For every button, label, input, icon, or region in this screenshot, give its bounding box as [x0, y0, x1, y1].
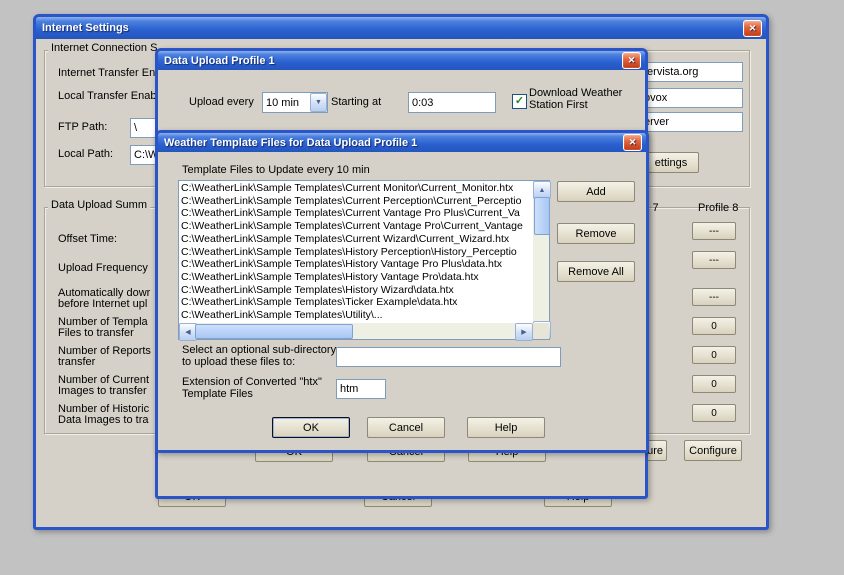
profile8-historic-button[interactable]: 0	[692, 404, 736, 422]
scrollbar-corner	[533, 323, 549, 339]
download-first-label-line2: Station First	[529, 99, 588, 111]
profile8-configure-button[interactable]: Configure	[684, 440, 742, 461]
dialog-title: Weather Template Files for Data Upload P…	[164, 137, 623, 149]
extension-input[interactable]: htm	[336, 379, 386, 399]
add-button[interactable]: Add	[557, 181, 635, 202]
vertical-scrollbar[interactable]: ▲ ▼	[533, 181, 549, 339]
chevron-down-icon[interactable]: ▼	[310, 93, 327, 112]
ftp-path-label: FTP Path:	[58, 121, 107, 133]
subdir-input[interactable]	[336, 347, 561, 367]
template-files-listbox[interactable]: C:\WeatherLink\Sample Templates\Current …	[178, 180, 550, 340]
ok-button[interactable]: OK	[272, 417, 350, 438]
list-item[interactable]: C:\WeatherLink\Sample Templates\History …	[181, 284, 533, 297]
scroll-right-icon[interactable]: ▶	[515, 323, 533, 341]
server-field[interactable]: erver	[640, 112, 743, 132]
upload-every-value: 10 min	[263, 97, 310, 109]
upload-every-label: Upload every	[189, 96, 254, 108]
extension-label-line1: Extension of Converted "htx"	[182, 376, 322, 388]
list-item[interactable]: C:\WeatherLink\Sample Templates\History …	[181, 258, 533, 271]
horizontal-scroll-thumb[interactable]	[195, 324, 353, 339]
profile8-offset-button[interactable]: ---	[692, 222, 736, 240]
extension-label-line2: Template Files	[182, 388, 253, 400]
web-address-field[interactable]: tervista.org	[640, 62, 743, 82]
starting-at-field[interactable]: 0:03	[408, 92, 496, 113]
profile8-reports-button[interactable]: 0	[692, 346, 736, 364]
data-upload-summary-label: Data Upload Summ	[48, 199, 150, 211]
profile8-autodownload-button[interactable]: ---	[692, 288, 736, 306]
horizontal-scrollbar[interactable]: ◀ ▶	[179, 323, 533, 339]
internet-connection-group-label: Internet Connection S	[48, 42, 160, 54]
list-item[interactable]: C:\WeatherLink\Sample Templates\Ticker E…	[181, 296, 533, 309]
list-item[interactable]: C:\WeatherLink\Sample Templates\History …	[181, 271, 533, 284]
ftp-server-field[interactable]: ovox	[640, 88, 743, 108]
list-item[interactable]: C:\WeatherLink\Sample Templates\Current …	[181, 220, 533, 233]
offset-time-label: Offset Time:	[58, 233, 117, 245]
subdir-label-line1: Select an optional sub-directory	[182, 344, 336, 356]
desktop: Internet Settings ✕ Internet Connection …	[0, 0, 844, 575]
num-current-label-line2: Images to transfer	[58, 385, 147, 397]
profile8-frequency-button[interactable]: ---	[692, 251, 736, 269]
num-reports-label-line2: transfer	[58, 356, 95, 368]
close-icon[interactable]: ✕	[622, 52, 641, 69]
weather-template-files-dialog: Weather Template Files for Data Upload P…	[155, 130, 649, 453]
list-item[interactable]: C:\WeatherLink\Sample Templates\Current …	[181, 195, 533, 208]
help-button[interactable]: Help	[467, 417, 545, 438]
num-templates-label-line2: Files to transfer	[58, 327, 134, 339]
remove-all-button[interactable]: Remove All	[557, 261, 635, 282]
auto-download-label-line2: before Internet upl	[58, 298, 147, 310]
close-icon[interactable]: ✕	[623, 134, 642, 151]
upload-every-dropdown[interactable]: 10 min ▼	[262, 92, 328, 113]
internet-transfer-label: Internet Transfer En	[58, 67, 155, 79]
vertical-scroll-thumb[interactable]	[534, 197, 550, 235]
local-path-label: Local Path:	[58, 148, 113, 160]
local-transfer-label: Local Transfer Enab	[58, 90, 156, 102]
data-upload-profile-titlebar[interactable]: Data Upload Profile 1 ✕	[158, 51, 645, 70]
download-first-label-line1: Download Weather	[529, 87, 622, 99]
profile8-current-button[interactable]: 0	[692, 375, 736, 393]
download-first-checkbox[interactable]: ✓	[512, 94, 527, 109]
weather-template-files-titlebar[interactable]: Weather Template Files for Data Upload P…	[158, 133, 646, 152]
list-item[interactable]: C:\WeatherLink\Sample Templates\Current …	[181, 182, 533, 195]
list-item[interactable]: C:\WeatherLink\Sample Templates\History …	[181, 246, 533, 259]
internet-settings-titlebar[interactable]: Internet Settings ✕	[36, 17, 766, 39]
starting-at-label: Starting at	[331, 96, 381, 108]
window-title: Internet Settings	[42, 22, 743, 34]
num-historic-label-line2: Data Images to tra	[58, 414, 149, 426]
list-item[interactable]: C:\WeatherLink\Sample Templates\Utility\…	[181, 309, 533, 322]
profile8-column-header: Profile 8	[698, 202, 738, 214]
profile8-templates-button[interactable]: 0	[692, 317, 736, 335]
list-item[interactable]: C:\WeatherLink\Sample Templates\Current …	[181, 207, 533, 220]
dialog-title: Data Upload Profile 1	[164, 55, 622, 67]
remove-button[interactable]: Remove	[557, 223, 635, 244]
list-item[interactable]: C:\WeatherLink\Sample Templates\Current …	[181, 233, 533, 246]
template-files-list: C:\WeatherLink\Sample Templates\Current …	[181, 182, 533, 323]
template-files-list-label: Template Files to Update every 10 min	[182, 164, 370, 176]
cancel-button[interactable]: Cancel	[367, 417, 445, 438]
settings-button[interactable]: ettings	[643, 152, 699, 173]
upload-frequency-label: Upload Frequency	[58, 262, 148, 274]
subdir-label-line2: to upload these files to:	[182, 356, 295, 368]
close-icon[interactable]: ✕	[743, 20, 762, 37]
